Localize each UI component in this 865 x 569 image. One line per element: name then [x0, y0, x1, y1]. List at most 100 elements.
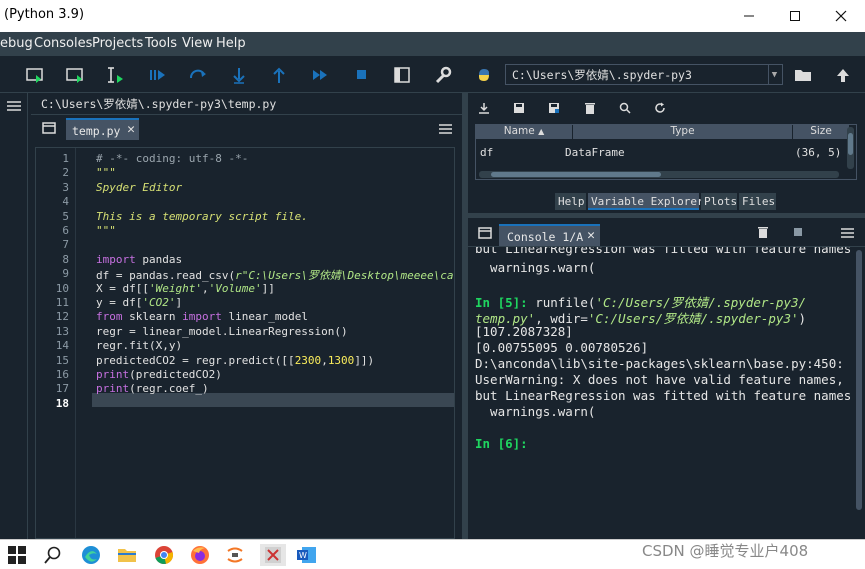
code-line: print(regr.coef_): [96, 382, 209, 395]
start-button[interactable]: [6, 544, 28, 566]
remove-all-button[interactable]: [582, 100, 598, 116]
code-line: Spyder Editor: [96, 181, 182, 194]
console-line: D:\anconda\lib\site-packages\sklearn\bas…: [475, 356, 844, 371]
code-text: y = df[: [96, 296, 143, 309]
stop-icon: [357, 70, 366, 79]
maximize-pane-button[interactable]: [391, 64, 413, 86]
clear-console-icon[interactable]: [757, 226, 769, 239]
hamburger-menu-icon[interactable]: [7, 101, 21, 111]
run-cell-button[interactable]: [64, 64, 86, 86]
maximize-button[interactable]: [772, 2, 818, 30]
chevron-down-icon[interactable]: ▼: [768, 65, 780, 84]
menu-tools[interactable]: Tools: [145, 36, 177, 51]
horizontal-scrollbar[interactable]: [479, 171, 839, 178]
console-line: [107.2087328]: [475, 324, 573, 339]
menu-help[interactable]: Help: [216, 36, 246, 51]
refresh-button[interactable]: [652, 100, 668, 116]
firefox-icon: [191, 546, 209, 564]
tab-console[interactable]: Console 1/A ✕: [499, 224, 600, 246]
search-icon: [619, 102, 631, 114]
code-line: regr.fit(X,y): [96, 339, 182, 352]
console-scrollbar[interactable]: [855, 250, 863, 536]
working-directory-combo[interactable]: C:\Users\罗依婧\.spyder-py3 ▼: [505, 64, 783, 85]
import-data-button[interactable]: [476, 100, 492, 116]
code-string: r"C:\Users\罗依婧\Desktop\meeee\cars: [235, 269, 455, 283]
step-into-button[interactable]: [228, 64, 250, 86]
tab-variable-explorer[interactable]: Variable Explorer: [588, 193, 704, 210]
jupyter-icon: [227, 547, 243, 563]
menu-projects[interactable]: Projects: [92, 36, 143, 51]
code-keyword: import: [96, 252, 136, 266]
working-directory-value: C:\Users\罗依婧\.spyder-py3: [512, 68, 692, 82]
step-over-button[interactable]: [187, 64, 209, 86]
column-header-name[interactable]: Name ▲: [476, 125, 573, 139]
run-file-button[interactable]: [24, 64, 46, 86]
menu-consoles[interactable]: Consoles: [34, 36, 92, 51]
code-editor[interactable]: 1 2 3 4 5 6 7 8 9 10 11 12 13 14 15 16 1…: [35, 147, 455, 539]
taskbar-word[interactable]: W: [296, 544, 318, 566]
line-number: 6: [62, 224, 69, 237]
parent-directory-button[interactable]: [832, 64, 854, 86]
tab-temp-py[interactable]: temp.py ✕: [66, 118, 139, 140]
editor-options-icon[interactable]: [439, 124, 452, 134]
window-title: (Python 3.9): [4, 7, 85, 22]
code-line: """: [96, 166, 116, 179]
code-line: print(predictedCO2): [96, 368, 222, 381]
debug-continue-button[interactable]: [309, 64, 331, 86]
left-pane-strip: [0, 93, 28, 539]
tab-help[interactable]: Help: [555, 193, 586, 210]
save-data-as-button[interactable]: [546, 100, 562, 116]
step-return-button[interactable]: [268, 64, 290, 86]
taskbar-search-button[interactable]: [42, 544, 64, 566]
taskbar-edge[interactable]: [80, 544, 102, 566]
column-header-type[interactable]: Type: [573, 125, 793, 139]
menu-debug[interactable]: ebug: [0, 36, 33, 51]
code-comment: # -*- coding: utf-8 -*-: [96, 152, 249, 165]
line-number: 1: [62, 152, 69, 165]
close-tab-icon[interactable]: ✕: [587, 228, 595, 243]
tab-files[interactable]: Files: [739, 193, 776, 210]
line-number: 15: [55, 353, 69, 367]
browse-tabs-icon[interactable]: [478, 227, 492, 239]
scrollbar-thumb[interactable]: [856, 250, 862, 510]
code-text: predictedCO2 = regr.predict([[: [96, 353, 295, 367]
console-line: UserWarning: X does not have valid featu…: [475, 372, 844, 387]
taskbar-app[interactable]: [260, 544, 286, 566]
code-text: ]: [175, 296, 183, 309]
variable-size: (36, 5): [795, 146, 842, 159]
line-number: 7: [62, 238, 69, 252]
code-line: from sklearn import linear_model: [96, 310, 308, 323]
console-options-icon[interactable]: [841, 228, 854, 238]
continue-button[interactable]: [146, 64, 168, 86]
code-keyword: import: [182, 310, 222, 324]
scrollbar-thumb[interactable]: [848, 133, 853, 155]
scrollbar-thumb[interactable]: [491, 172, 661, 177]
column-header-size[interactable]: Size: [793, 125, 850, 139]
minimize-button[interactable]: [726, 2, 772, 30]
taskbar-firefox[interactable]: [189, 544, 211, 566]
close-button[interactable]: [818, 2, 864, 30]
tab-plots[interactable]: Plots: [701, 193, 737, 210]
maximize-icon: [790, 11, 800, 21]
python-path-button[interactable]: [473, 64, 495, 86]
preferences-button[interactable]: [432, 64, 454, 86]
taskbar-jupyter[interactable]: [224, 544, 246, 566]
vertical-scrollbar[interactable]: [847, 127, 854, 169]
stop-icon[interactable]: [794, 228, 802, 236]
taskbar-chrome[interactable]: [153, 544, 175, 566]
browse-tabs-icon[interactable]: [42, 122, 56, 134]
edge-icon: [82, 546, 100, 564]
stop-debug-button[interactable]: [350, 64, 372, 86]
line-number: 5: [62, 209, 69, 223]
close-tab-icon[interactable]: ✕: [127, 122, 135, 137]
taskbar-file-explorer[interactable]: [116, 544, 138, 566]
save-data-button[interactable]: [511, 100, 527, 116]
run-file-icon: [26, 68, 43, 83]
menu-view[interactable]: View: [182, 36, 213, 51]
search-variables-button[interactable]: [617, 100, 633, 116]
browse-directory-button[interactable]: [792, 64, 814, 86]
line-number: 4: [62, 195, 69, 209]
debug-file-button[interactable]: [105, 64, 127, 86]
code-keyword: print: [96, 382, 130, 396]
console-output[interactable]: but LinearRegression was fitted with fea…: [475, 247, 853, 539]
